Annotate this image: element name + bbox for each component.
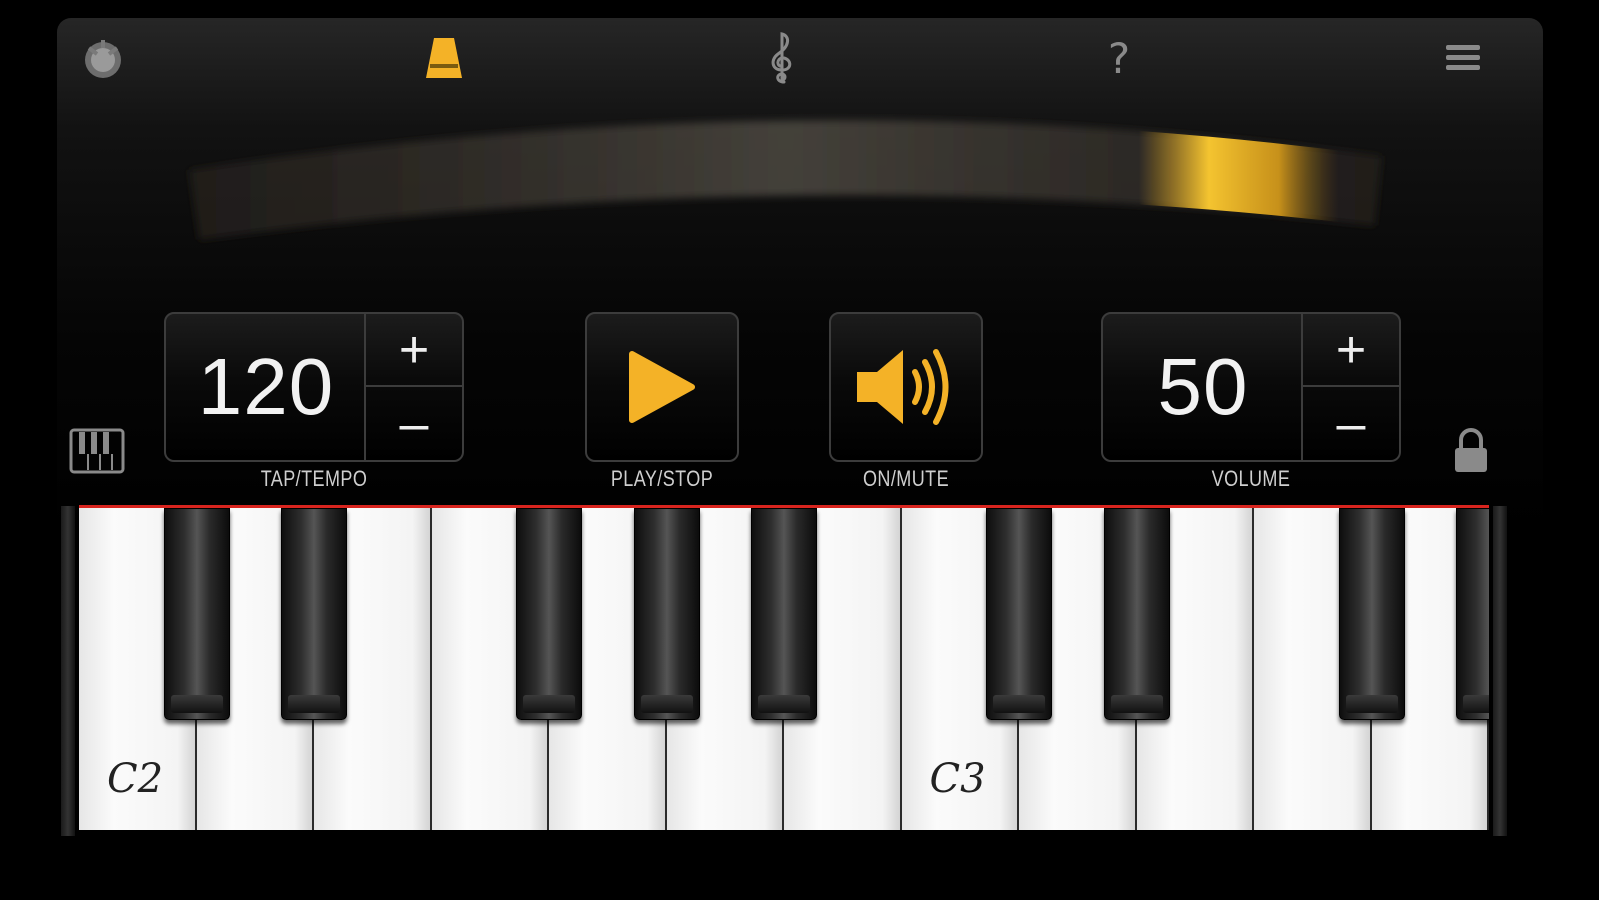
black-key[interactable]: [633, 508, 700, 720]
tempo-increase-button[interactable]: +: [366, 314, 462, 387]
keyboard-marker-line: [79, 505, 1489, 508]
pendulum-indicator: [1138, 120, 1339, 241]
pendulum-track: [57, 98, 1543, 298]
black-key[interactable]: [986, 508, 1052, 720]
theme-icon[interactable]: [71, 30, 135, 86]
menu-icon[interactable]: [1431, 30, 1495, 86]
note-label: C3: [929, 756, 986, 802]
on-mute-button[interactable]: [829, 312, 983, 462]
black-key[interactable]: [1338, 508, 1405, 720]
black-key[interactable]: [1456, 508, 1489, 720]
keyboard-rail-right: [1493, 506, 1507, 836]
tempo-stepper: + –: [364, 314, 462, 460]
black-key[interactable]: [281, 508, 347, 720]
tempo-label: TAP/TEMPO: [260, 466, 368, 491]
minus-icon: –: [1336, 394, 1366, 453]
play-icon: [629, 351, 695, 423]
volume-control: 50 + –: [1101, 312, 1401, 462]
treble-clef-icon[interactable]: [750, 30, 814, 86]
volume-stepper: + –: [1301, 314, 1399, 460]
play-stop-label: PLAY/STOP: [610, 466, 714, 491]
lock-icon[interactable]: [1451, 426, 1491, 479]
top-toolbar: ?: [57, 18, 1543, 98]
volume-label: VOLUME: [1211, 466, 1291, 491]
black-key[interactable]: [163, 508, 230, 720]
piano-keyboard: C2 C3: [79, 508, 1489, 830]
black-key[interactable]: [1103, 508, 1170, 720]
note-label: C2: [107, 756, 164, 802]
volume-increase-button[interactable]: +: [1303, 314, 1399, 387]
plus-icon: +: [1335, 320, 1367, 379]
metronome-app: ? 120 + – TAP/TEMPO PLAY/STOP ON/MUTE 50…: [57, 18, 1543, 856]
tempo-value[interactable]: 120: [166, 314, 366, 460]
on-mute-label: ON/MUTE: [862, 466, 950, 491]
metronome-icon[interactable]: [412, 30, 476, 86]
help-icon[interactable]: ?: [1087, 30, 1151, 86]
tempo-control: 120 + –: [164, 312, 464, 462]
plus-icon: +: [398, 320, 430, 379]
keyboard-toggle-icon[interactable]: [69, 428, 125, 479]
black-key[interactable]: [516, 508, 582, 720]
minus-icon: –: [399, 394, 429, 453]
tempo-decrease-button[interactable]: –: [366, 387, 462, 460]
speaker-icon: [857, 349, 949, 425]
black-key[interactable]: [751, 508, 817, 720]
volume-value[interactable]: 50: [1103, 314, 1303, 460]
keyboard-rail-left: [61, 506, 75, 836]
volume-decrease-button[interactable]: –: [1303, 387, 1399, 460]
play-stop-button[interactable]: [585, 312, 739, 462]
